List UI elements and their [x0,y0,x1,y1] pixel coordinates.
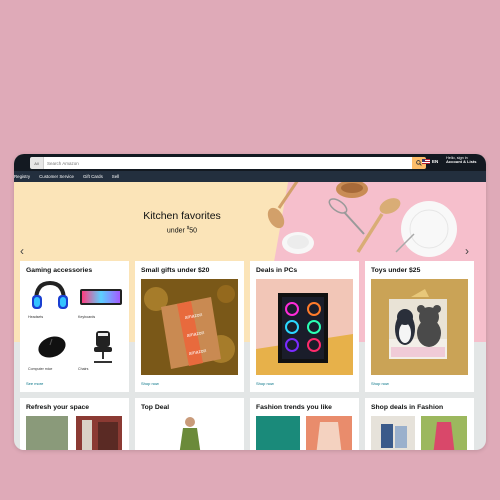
card-title: Toys under $25 [371,267,421,274]
hero-price: 50 [189,227,198,235]
card-title: Refresh your space [26,404,90,411]
account-lists-label: Account & Lists [446,159,477,165]
subnav-item-sell[interactable]: Sell [112,174,119,179]
home-decor-image-2[interactable] [76,416,122,450]
shop-now-link[interactable]: Shop now [141,381,159,386]
mouse-image[interactable] [30,331,70,363]
chair-image[interactable] [86,329,120,365]
shop-now-link[interactable]: Shop now [371,381,389,386]
hero-subtitle: under $50 [122,225,242,234]
item-label-computer-mice[interactable]: Computer mice [28,367,52,371]
chevron-right-icon: › [465,244,469,258]
see-more-link[interactable]: See more [26,381,43,386]
card-top-deal: Top Deal [135,398,244,450]
chevron-left-icon: ‹ [20,244,24,258]
keyboard-image[interactable] [78,283,124,309]
card-title: Top Deal [141,404,170,411]
plush-toys-image[interactable] [371,279,468,375]
item-label-headsets[interactable]: Headsets [28,315,43,319]
headset-image[interactable] [28,279,72,313]
card-title: Gaming accessories [26,267,93,274]
card-title: Small gifts under $20 [141,267,210,274]
fashion-deal-image-1[interactable] [371,416,415,450]
card-title: Fashion trends you like [256,404,332,411]
item-label-chairs[interactable]: Chairs [78,367,88,371]
top-nav-bar: All EN Hello, sign in Account & Lists [14,154,486,171]
search-category-dropdown[interactable]: All [30,157,44,169]
sub-nav-bar: Registry Customer Service Gift Cards Sel… [14,171,486,182]
card-refresh-your-space: Refresh your space [20,398,129,450]
fashion-image-1[interactable] [256,416,300,450]
hero-title: Kitchen favorites [143,210,221,222]
dress-image[interactable] [175,416,205,450]
account-menu[interactable]: Hello, sign in Account & Lists [446,156,476,165]
card-title: Deals in PCs [256,267,298,274]
carousel-next-button[interactable]: › [465,244,469,258]
search-category-label: All [34,160,39,166]
hero-subtitle-prefix: under [166,227,187,235]
subnav-item-gift-cards[interactable]: Gift Cards [83,174,103,179]
fashion-image-2[interactable] [306,416,352,450]
search-input[interactable] [44,157,412,169]
language-label: EN [432,159,439,164]
shop-now-link[interactable]: Shop now [256,381,274,386]
subnav-item-registry[interactable]: Registry [14,174,30,179]
gift-box-image[interactable]: amazon amazon amazon [141,279,238,375]
card-fashion-trends: Fashion trends you like [250,398,359,450]
card-small-gifts: Small gifts under $20 amazon amazon amaz… [135,261,244,392]
card-gaming-accessories: Gaming accessories Headsets Keyboards Co… [20,261,129,392]
card-toys: Toys under $25 Shop now [365,261,474,392]
item-label-keyboards[interactable]: Keyboards [78,315,95,319]
home-decor-image-1[interactable] [26,416,68,450]
subnav-item-customer-service[interactable]: Customer Service [39,174,74,179]
search-bar: All [30,157,426,169]
browser-frame: All EN Hello, sign in Account & Lists Re… [14,154,486,450]
fashion-deal-image-2[interactable] [421,416,467,450]
card-title: Shop deals in Fashion [371,404,444,411]
card-deals-in-pcs: Deals in PCs Shop now [250,261,359,392]
us-flag-icon [422,159,430,164]
card-shop-deals-fashion: Shop deals in Fashion [365,398,474,450]
carousel-prev-button[interactable]: ‹ [20,244,24,258]
gaming-pc-image[interactable] [256,279,353,375]
language-selector[interactable]: EN [422,159,438,164]
